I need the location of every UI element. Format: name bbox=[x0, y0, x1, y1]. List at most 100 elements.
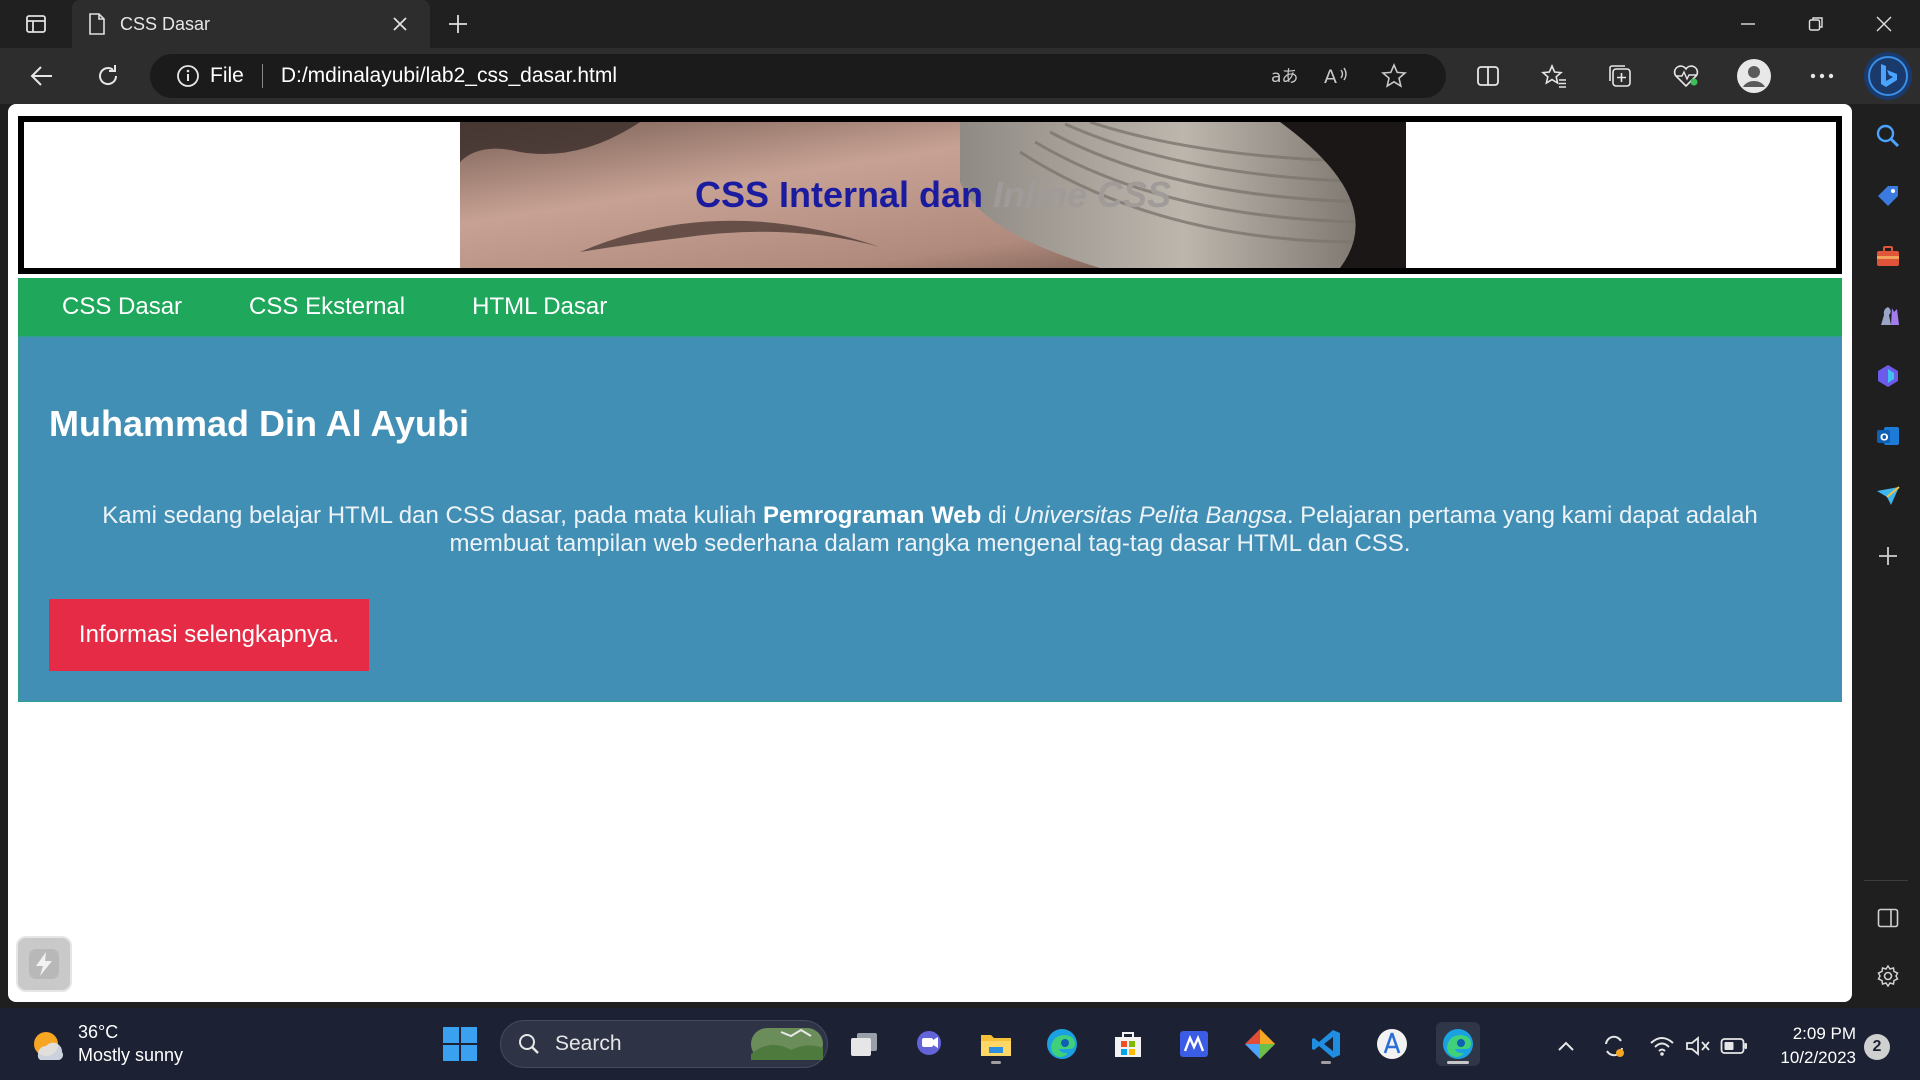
active-indicator bbox=[1447, 1061, 1469, 1064]
sunny-weather-icon bbox=[34, 1032, 63, 1060]
sidebar-drop-button[interactable] bbox=[1868, 476, 1908, 516]
close-icon bbox=[1876, 16, 1892, 32]
hero-text-italic: Universitas Pelita Bangsa bbox=[1013, 502, 1287, 529]
teams-chat-button[interactable] bbox=[908, 1022, 952, 1066]
split-screen-button[interactable] bbox=[1466, 56, 1510, 96]
favorites-button[interactable] bbox=[1532, 56, 1576, 96]
taskbar-search[interactable]: Search bbox=[500, 1020, 828, 1068]
git-diamond-icon bbox=[1245, 1029, 1275, 1059]
nav-link-css-dasar[interactable]: CSS Dasar bbox=[62, 293, 182, 321]
read-aloud-icon[interactable]: A bbox=[1316, 60, 1356, 92]
address-divider bbox=[261, 64, 263, 88]
app-launcher-button[interactable] bbox=[1370, 1022, 1414, 1066]
battery-icon bbox=[1720, 1038, 1747, 1054]
clock-date: 10/2/2023 bbox=[1780, 1048, 1856, 1067]
notification-badge[interactable]: 2 bbox=[1864, 1034, 1890, 1060]
weather-temp: 36°C bbox=[78, 1022, 119, 1042]
sync-status-button[interactable] bbox=[1600, 1032, 1628, 1060]
edge-taskbar-button[interactable] bbox=[1040, 1022, 1084, 1066]
restore-icon bbox=[1808, 17, 1823, 31]
header-title-italic: Inline CSS bbox=[993, 174, 1172, 215]
profile-button[interactable] bbox=[1732, 56, 1776, 96]
sidebar-hide-button[interactable] bbox=[1868, 898, 1908, 938]
more-info-button[interactable]: Informasi selengkapnya. bbox=[49, 599, 369, 671]
store-icon bbox=[1115, 1032, 1141, 1057]
page-icon bbox=[88, 13, 106, 35]
collections-icon bbox=[1609, 65, 1631, 87]
hero-section: Muhammad Din Al Ayubi Kami sedang belaja… bbox=[18, 336, 1842, 702]
file-explorer-button[interactable] bbox=[974, 1022, 1018, 1066]
url-text[interactable]: D:/mdinalayubi/lab2_css_dasar.html bbox=[281, 64, 617, 88]
translate-icon[interactable]: aあ bbox=[1264, 60, 1304, 92]
markdown-editor-icon bbox=[1180, 1031, 1208, 1057]
hero-text-part1: Kami sedang belajar HTML dan CSS dasar, … bbox=[102, 502, 764, 529]
close-tab-icon[interactable] bbox=[386, 10, 414, 38]
refresh-button[interactable] bbox=[86, 56, 130, 96]
battery-button[interactable] bbox=[1720, 1032, 1748, 1060]
weather-widget[interactable]: 36°C Mostly sunny bbox=[28, 1022, 183, 1066]
edge-icon bbox=[1443, 1029, 1473, 1059]
vscode-icon bbox=[1312, 1030, 1340, 1058]
minimize-button[interactable] bbox=[1714, 0, 1782, 48]
browser-essentials-button[interactable] bbox=[1664, 56, 1708, 96]
sidebar-settings-button[interactable] bbox=[1868, 956, 1908, 996]
favorite-star-icon[interactable] bbox=[1374, 60, 1414, 92]
page-viewport: CSS Internal dan Inline CSS CSS Dasar CS… bbox=[8, 104, 1852, 1002]
taskbar-clock[interactable]: 2:09 PM 10/2/2023 bbox=[1770, 1022, 1856, 1070]
vscode-button[interactable] bbox=[1304, 1022, 1348, 1066]
collections-button[interactable] bbox=[1598, 56, 1642, 96]
header-title-main: CSS Internal dan bbox=[694, 174, 984, 215]
back-arrow-icon bbox=[30, 66, 52, 86]
git-client-button[interactable] bbox=[1238, 1022, 1282, 1066]
browser-toolbar: File D:/mdinalayubi/lab2_css_dasar.html … bbox=[0, 48, 1920, 104]
minimize-icon bbox=[1741, 23, 1755, 25]
show-hidden-icons-button[interactable] bbox=[1552, 1032, 1580, 1060]
chat-icon bbox=[917, 1031, 941, 1055]
hero-text-part2: di bbox=[981, 502, 1014, 529]
sidebar-tools-button[interactable] bbox=[1868, 236, 1908, 276]
back-button[interactable] bbox=[20, 56, 64, 96]
refresh-icon bbox=[99, 65, 118, 85]
plus-icon bbox=[449, 15, 467, 33]
chevron-up-icon bbox=[1558, 1041, 1574, 1051]
sidebar-add-button[interactable] bbox=[1868, 536, 1908, 576]
header-banner-image: CSS Internal dan Inline CSS bbox=[460, 122, 1406, 268]
avatar-icon bbox=[1737, 59, 1771, 93]
address-bar[interactable]: File D:/mdinalayubi/lab2_css_dasar.html … bbox=[150, 54, 1446, 98]
floating-app-widget[interactable] bbox=[16, 936, 72, 992]
tab-css-dasar[interactable]: CSS Dasar bbox=[72, 0, 430, 48]
volume-button[interactable] bbox=[1684, 1032, 1712, 1060]
task-view-button[interactable] bbox=[842, 1022, 886, 1066]
nav-link-css-eksternal[interactable]: CSS Eksternal bbox=[249, 293, 405, 321]
sidebar-outlook-button[interactable]: O bbox=[1868, 416, 1908, 456]
plus-icon bbox=[1879, 547, 1897, 565]
bing-copilot-button[interactable] bbox=[1864, 52, 1912, 100]
site-info-icon[interactable] bbox=[176, 64, 200, 88]
hero-text-bold: Pemrograman Web bbox=[763, 502, 982, 529]
sidebar-search-button[interactable] bbox=[1868, 116, 1908, 156]
sidebar-copilot-button[interactable] bbox=[1868, 356, 1908, 396]
microsoft-store-button[interactable] bbox=[1106, 1022, 1150, 1066]
site-header: CSS Internal dan Inline CSS bbox=[18, 116, 1842, 274]
app-editor-button[interactable] bbox=[1172, 1022, 1216, 1066]
more-options-button[interactable] bbox=[1800, 56, 1844, 96]
outlook-icon: O bbox=[1877, 427, 1899, 445]
sidebar-shopping-button[interactable] bbox=[1868, 176, 1908, 216]
tab-actions-button[interactable] bbox=[12, 8, 60, 40]
svg-text:O: O bbox=[1880, 433, 1889, 444]
search-highlight-icon bbox=[751, 1028, 823, 1060]
compass-app-icon bbox=[1377, 1029, 1407, 1059]
close-window-button[interactable] bbox=[1850, 0, 1918, 48]
edge-active-window-button[interactable] bbox=[1436, 1022, 1480, 1066]
new-tab-button[interactable] bbox=[440, 8, 476, 40]
search-icon bbox=[1876, 124, 1900, 148]
lightning-app-icon bbox=[29, 949, 59, 979]
restore-button[interactable] bbox=[1782, 0, 1850, 48]
sidebar-games-button[interactable] bbox=[1868, 296, 1908, 336]
wifi-button[interactable] bbox=[1648, 1032, 1676, 1060]
nav-link-html-dasar[interactable]: HTML Dasar bbox=[472, 293, 607, 321]
edge-sidebar: O bbox=[1856, 104, 1920, 1008]
search-icon bbox=[519, 1034, 539, 1054]
protocol-label: File bbox=[210, 64, 244, 87]
start-button[interactable] bbox=[440, 1024, 480, 1064]
